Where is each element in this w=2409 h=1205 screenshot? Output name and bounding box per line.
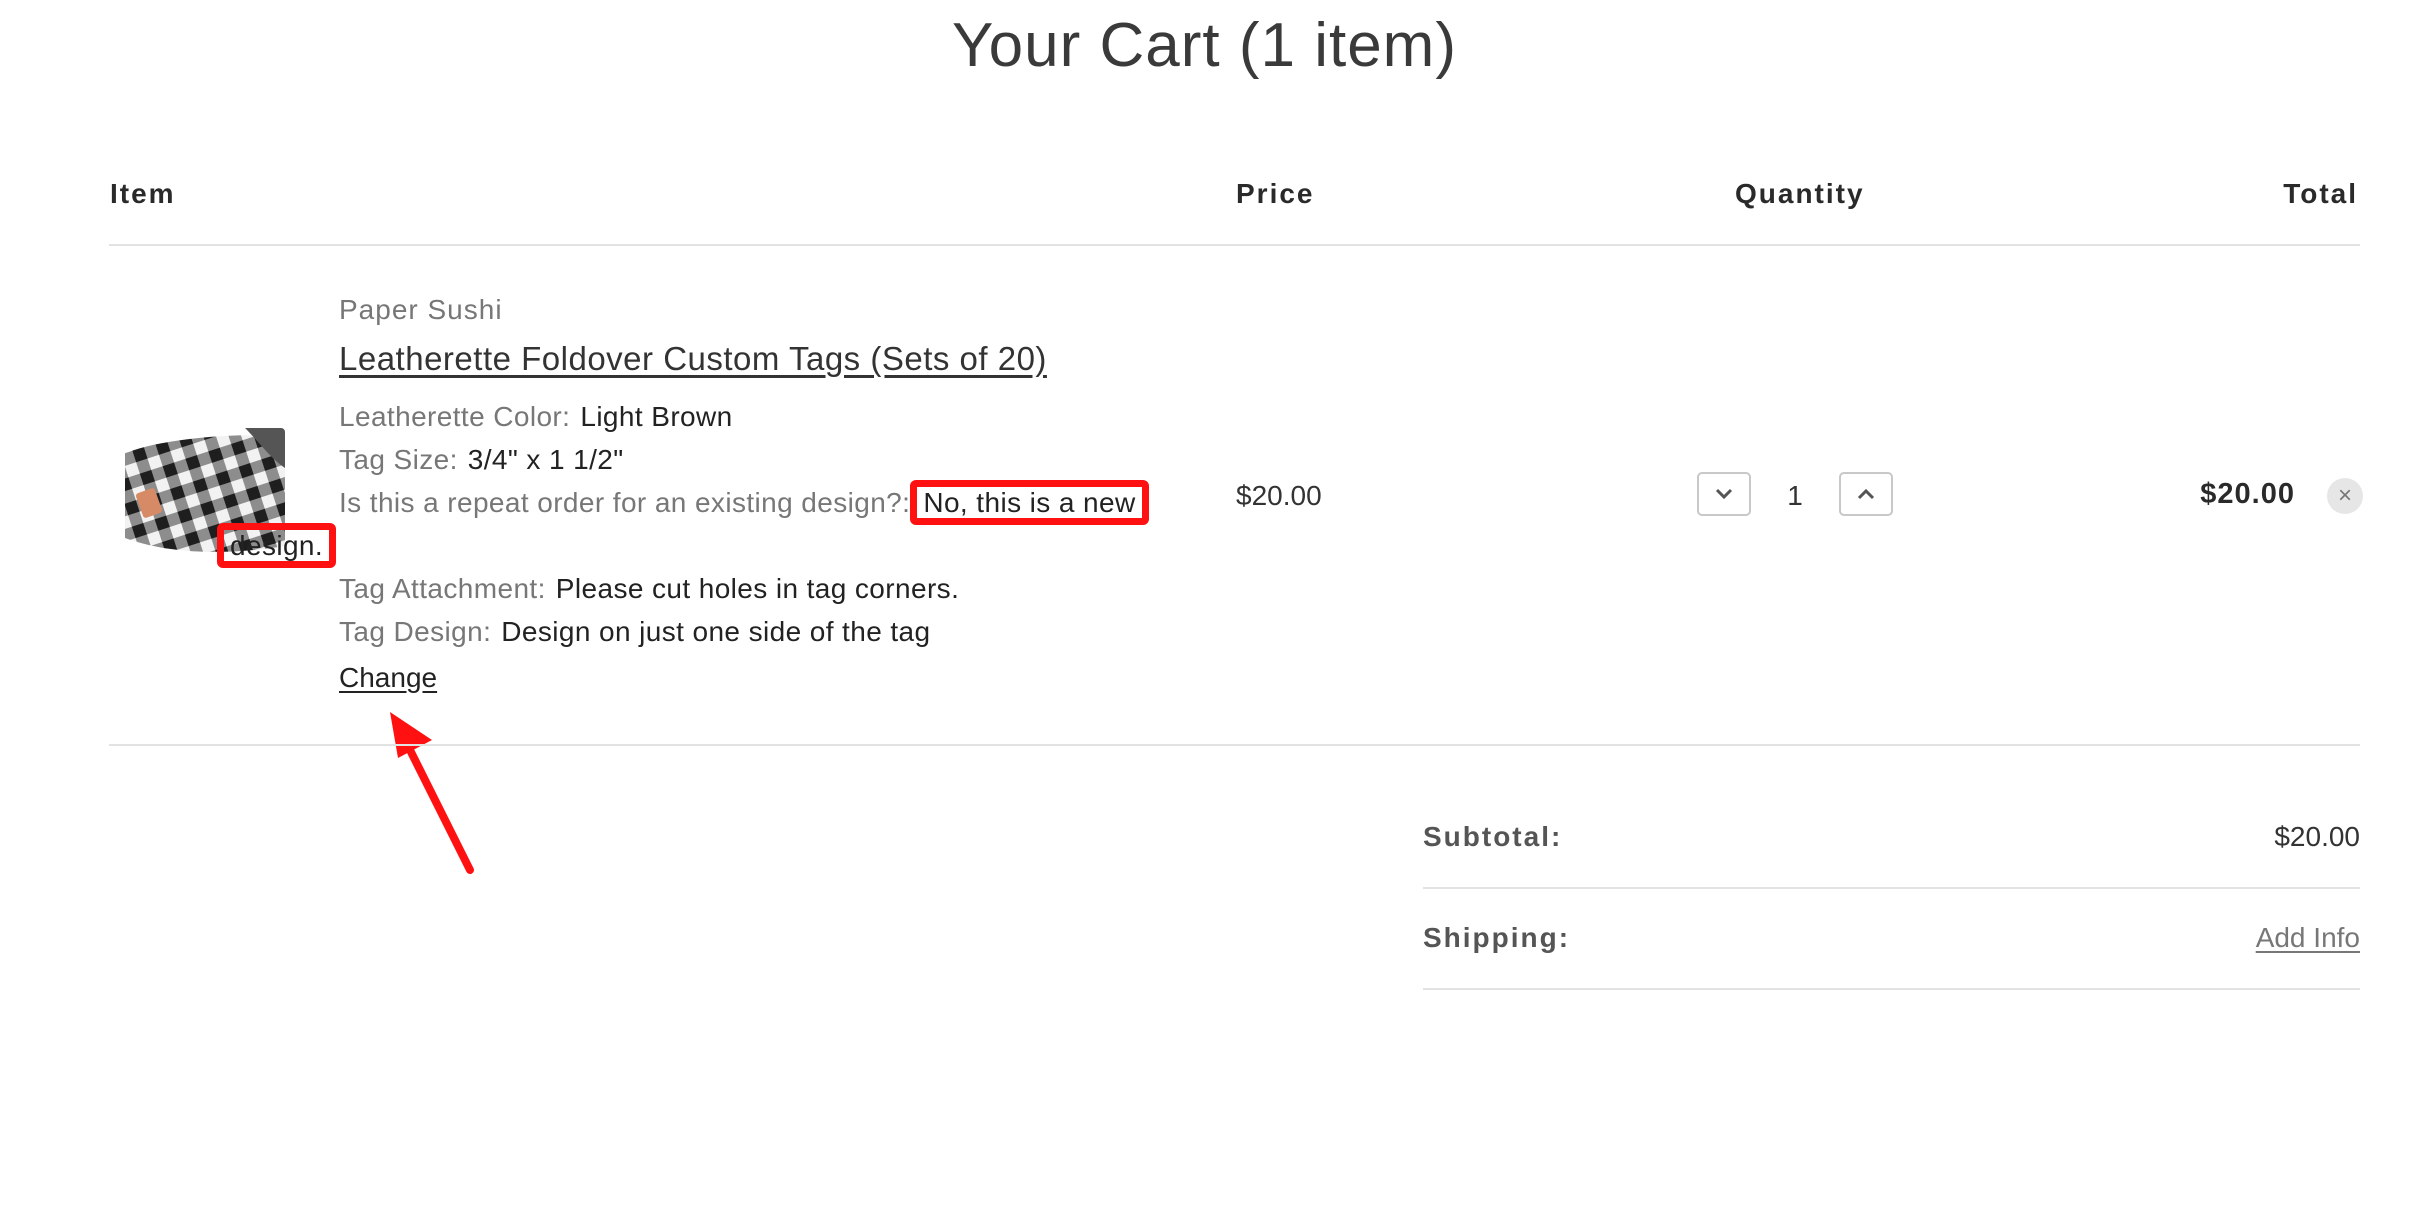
highlighted-value-part1: No, this is a new — [910, 480, 1149, 525]
property-value: 3/4" x 1 1/2" — [467, 444, 624, 475]
add-shipping-info-link[interactable]: Add Info — [2256, 922, 2360, 954]
subtotal-label: Subtotal: — [1423, 821, 1563, 852]
summary-divider-bottom — [1423, 988, 2360, 990]
quantity-value[interactable]: 1 — [1751, 480, 1839, 512]
arrow-icon — [390, 712, 474, 874]
property-leatherette-color: Leatherette Color: Light Brown — [339, 395, 1159, 438]
column-header-item: Item — [110, 178, 176, 209]
product-name-link[interactable]: Leatherette Foldover Custom Tags (Sets o… — [339, 340, 1047, 378]
cart-page: Your Cart (1 item) Item Price Quantity T… — [0, 0, 2409, 1205]
property-tag-design: Tag Design: Design on just one side of th… — [339, 610, 1159, 653]
property-label: Is this a repeat order for an existing d… — [339, 487, 911, 518]
shipping-label: Shipping: — [1423, 922, 1571, 953]
column-header-price: Price — [1236, 178, 1315, 209]
change-link[interactable]: Change — [339, 662, 437, 694]
unit-price: $20.00 — [1236, 480, 1322, 511]
property-label: Tag Size: — [339, 444, 458, 475]
header-divider — [109, 244, 2360, 246]
product-properties: Leatherette Color: Light Brown Tag Size: 3… — [217, 395, 1159, 653]
property-value: Please cut holes in tag corners. — [555, 573, 960, 604]
highlighted-value-part2: design. — [217, 523, 337, 568]
subtotal-value: $20.00 — [2274, 821, 2360, 852]
property-tag-size: Tag Size: 3/4" x 1 1/2" — [339, 438, 1159, 481]
chevron-up-icon — [1857, 488, 1875, 500]
column-header-quantity: Quantity — [1735, 178, 1865, 209]
page-title: Your Cart (1 item) — [952, 11, 1457, 80]
property-repeat-order: Is this a repeat order for an existing d… — [217, 480, 1159, 568]
remove-item-button[interactable]: × — [2327, 478, 2363, 514]
property-label: Leatherette Color: — [339, 401, 571, 432]
property-value: Light Brown — [580, 401, 733, 432]
column-header-total: Total — [2283, 178, 2358, 209]
quantity-decrease-button[interactable] — [1697, 472, 1751, 516]
property-label: Tag Design: — [339, 616, 492, 647]
chevron-down-icon — [1715, 488, 1733, 500]
property-tag-attachment: Tag Attachment: Please cut holes in tag c… — [339, 567, 1159, 610]
quantity-increase-button[interactable] — [1839, 472, 1893, 516]
property-label: Tag Attachment: — [339, 573, 546, 604]
item-divider — [109, 744, 2360, 746]
summary-divider — [1423, 887, 2360, 889]
close-icon: × — [2337, 482, 2352, 509]
product-vendor: Paper Sushi — [339, 294, 503, 325]
line-total: $20.00 — [2200, 478, 2295, 510]
property-value: Design on just one side of the tag — [501, 616, 931, 647]
